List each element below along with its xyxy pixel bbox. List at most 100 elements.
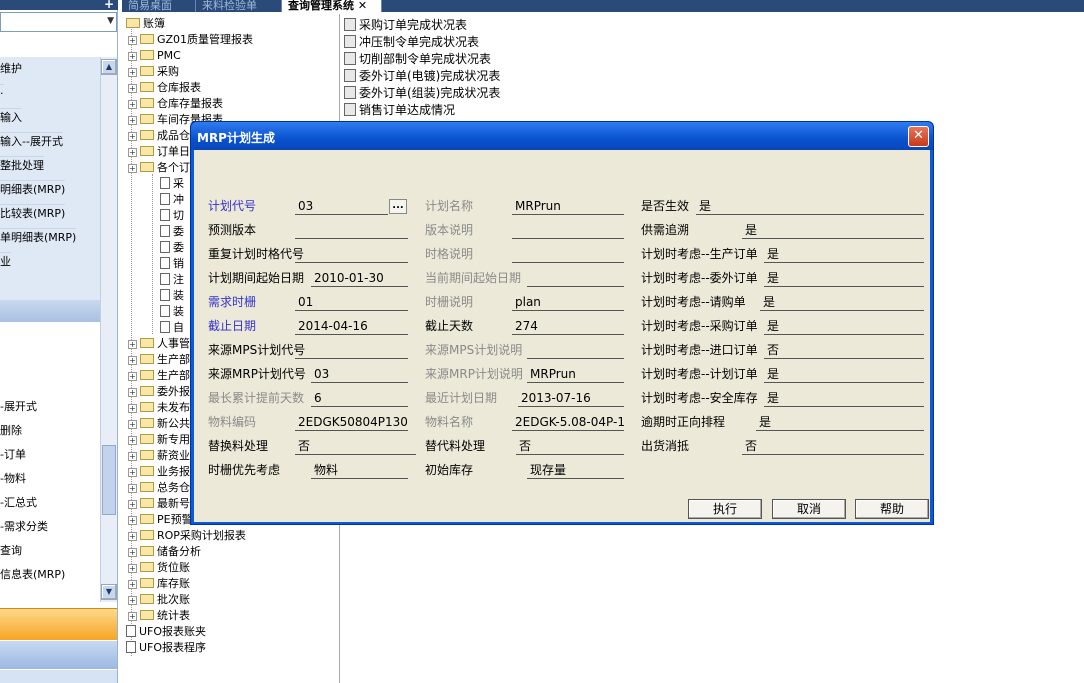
sidebar-item[interactable]: 单明细表(MRP)	[0, 228, 77, 246]
expand-icon[interactable]: +	[128, 84, 137, 93]
tree-node[interactable]: 库存账	[140, 576, 190, 592]
expand-icon[interactable]: +	[128, 404, 137, 413]
expand-icon[interactable]: +	[128, 580, 137, 589]
tree-node[interactable]: 统计表	[140, 608, 190, 624]
sidebar-item[interactable]: 维护	[0, 60, 22, 78]
tree-node[interactable]: PMC	[140, 48, 181, 64]
sidebar-item[interactable]: -订单	[0, 446, 26, 464]
field-value[interactable]	[295, 245, 408, 263]
tree-node[interactable]: UFO报表程序	[126, 640, 206, 656]
field-value[interactable]: 是	[764, 245, 924, 263]
field-value[interactable]: 01	[295, 293, 408, 311]
expand-icon[interactable]: +	[128, 148, 137, 157]
sidebar-section[interactable]	[0, 641, 117, 669]
expand-icon[interactable]: +	[128, 340, 137, 349]
field-value[interactable]: 274	[512, 317, 624, 335]
field-value[interactable]: 是	[764, 269, 924, 287]
report-item[interactable]: 委外订单(组装)完成状况表	[344, 85, 500, 102]
dialog-titlebar[interactable]: MRP计划生成 ✕	[191, 122, 933, 150]
field-value[interactable]	[295, 341, 408, 359]
expand-icon[interactable]: +	[128, 372, 137, 381]
report-item[interactable]: 切削部制令单完成状况表	[344, 51, 491, 68]
tree-node[interactable]: 人事管	[140, 336, 190, 352]
expand-icon[interactable]: +	[128, 532, 137, 541]
sidebar-item[interactable]: 输入	[0, 108, 22, 126]
help-button[interactable]: 帮助	[855, 499, 929, 519]
cancel-button[interactable]: 取消	[772, 499, 846, 519]
field-value[interactable]: 否	[742, 437, 924, 455]
field-value[interactable]	[527, 269, 624, 287]
expand-icon[interactable]: +	[128, 500, 137, 509]
tree-node[interactable]: 装	[160, 288, 184, 304]
sidebar-item[interactable]: -展开式	[0, 398, 37, 416]
add-icon[interactable]: +	[104, 0, 114, 11]
field-value[interactable]	[512, 221, 624, 239]
close-icon[interactable]: ✕	[908, 126, 929, 147]
field-value[interactable]: 是	[764, 317, 924, 335]
expand-icon[interactable]: +	[128, 452, 137, 461]
sidebar-item[interactable]: -物料	[0, 470, 26, 488]
tree-node[interactable]: 业务报	[140, 464, 190, 480]
tree-node[interactable]: 新专用	[140, 432, 190, 448]
report-item[interactable]: 销售订单达成情况	[344, 102, 455, 119]
tree-node[interactable]: 账簿	[126, 16, 165, 32]
tree-node[interactable]: 销	[160, 256, 184, 272]
field-value[interactable]: 现存量	[527, 461, 624, 479]
sidebar-item[interactable]: 删除	[0, 422, 22, 440]
expand-icon[interactable]: +	[128, 356, 137, 365]
scroll-down-icon[interactable]: ▼	[101, 584, 117, 600]
expand-icon[interactable]: +	[128, 468, 137, 477]
ellipsis-button[interactable]: ...	[389, 199, 407, 214]
tree-node[interactable]: UFO报表账夹	[126, 624, 206, 640]
tree-node[interactable]: 生产部	[140, 352, 190, 368]
chevron-down-icon[interactable]: ▼	[107, 16, 114, 26]
expand-icon[interactable]: +	[128, 116, 137, 125]
field-value[interactable]	[512, 245, 624, 263]
field-value[interactable]	[527, 341, 624, 359]
expand-icon[interactable]: +	[128, 596, 137, 605]
field-value[interactable]: 03	[311, 365, 408, 383]
expand-icon[interactable]: +	[128, 484, 137, 493]
close-icon[interactable]: ✕	[358, 0, 367, 12]
tree-node[interactable]: 批次账	[140, 592, 190, 608]
field-value[interactable]: MRPrun	[512, 197, 624, 215]
field-value[interactable]: 03	[295, 197, 388, 215]
sidebar-active-section[interactable]	[0, 608, 117, 640]
sidebar-item[interactable]: -汇总式	[0, 494, 37, 512]
tree-node[interactable]: 成品仓	[140, 128, 190, 144]
sidebar-item[interactable]: -需求分类	[0, 518, 48, 536]
field-value[interactable]: 否	[516, 437, 624, 455]
sidebar-combo[interactable]: ▼	[0, 12, 117, 32]
tab-desktop[interactable]: 简易桌面	[122, 0, 196, 12]
field-value[interactable]: MRPrun	[527, 365, 624, 383]
sidebar-item[interactable]: 业	[0, 252, 11, 270]
execute-button[interactable]: 执行	[688, 499, 762, 519]
field-value[interactable]: 是	[756, 413, 924, 431]
expand-icon[interactable]: +	[128, 68, 137, 77]
tree-node[interactable]: 货位账	[140, 560, 190, 576]
tree-node[interactable]: 储备分析	[140, 544, 201, 560]
tree-node[interactable]: 总务仓	[140, 480, 190, 496]
tree-node[interactable]: 注	[160, 272, 184, 288]
sidebar-item[interactable]: 比较表(MRP)	[0, 204, 66, 222]
sidebar-item[interactable]: 明细表(MRP)	[0, 180, 66, 198]
tree-node[interactable]: 新公共	[140, 416, 190, 432]
tree-node[interactable]: 薪资业	[140, 448, 190, 464]
expand-icon[interactable]: +	[128, 420, 137, 429]
tree-node[interactable]: 委外报	[140, 384, 190, 400]
field-value[interactable]	[295, 221, 408, 239]
expand-icon[interactable]: +	[128, 36, 137, 45]
field-value[interactable]: plan	[512, 293, 624, 311]
tab-incoming-inspection[interactable]: 来料检验单	[196, 0, 282, 12]
report-item[interactable]: 采购订单完成状况表	[344, 17, 467, 34]
field-value[interactable]: 是	[696, 197, 924, 215]
sidebar-scrollbar[interactable]: ▲ ▼	[100, 57, 117, 602]
field-value[interactable]: 2010-01-30	[311, 269, 408, 287]
sidebar-item[interactable]: 整批处理	[0, 156, 44, 174]
scroll-thumb[interactable]	[102, 445, 116, 515]
field-value[interactable]: 2013-07-16	[518, 389, 624, 407]
tree-node[interactable]: 委	[160, 240, 184, 256]
tree-node[interactable]: ROP采购计划报表	[140, 528, 246, 544]
tree-node[interactable]: 装	[160, 304, 184, 320]
tree-node[interactable]: 订单日	[140, 144, 190, 160]
